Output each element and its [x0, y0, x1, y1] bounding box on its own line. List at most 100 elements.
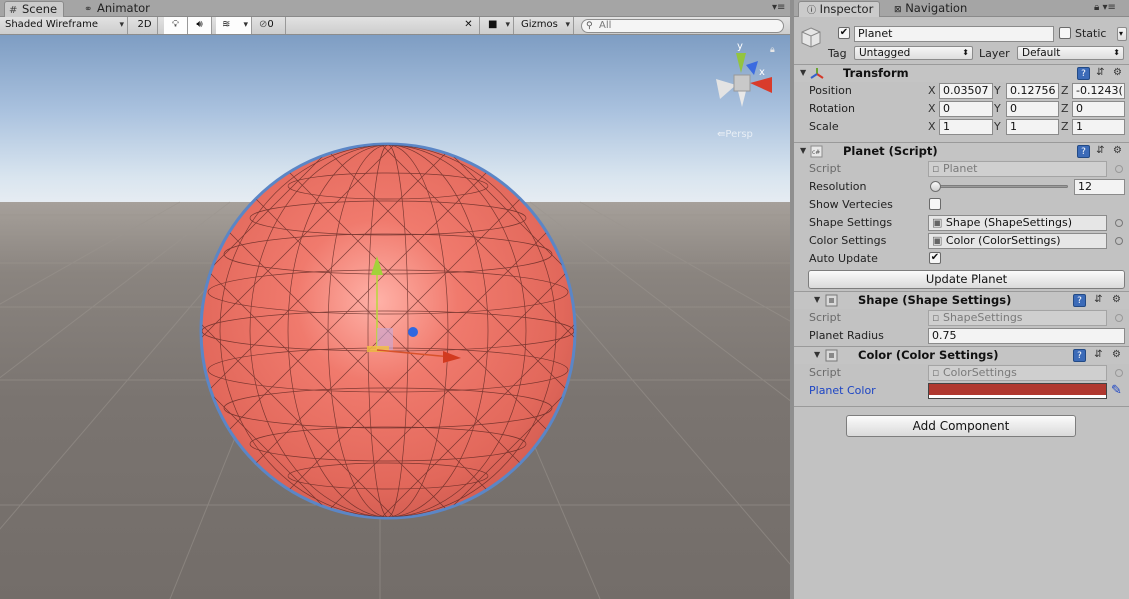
- gameobject-cube-icon: [800, 26, 822, 48]
- tab-navigation[interactable]: ⊠ Navigation: [886, 1, 973, 17]
- gizmo-neg-y-cone[interactable]: [738, 91, 746, 107]
- scene-tools-button[interactable]: ✕: [458, 17, 480, 34]
- layer-dropdown[interactable]: Default ⬍: [1017, 46, 1124, 60]
- scale-z-label[interactable]: Z: [1061, 120, 1069, 133]
- shading-mode-label: Shaded Wireframe: [5, 19, 98, 30]
- object-picker-icon[interactable]: [1115, 369, 1123, 377]
- rotation-y-field[interactable]: 0: [1006, 101, 1059, 117]
- scene-search-input[interactable]: ⚲ All: [581, 19, 784, 33]
- static-checkbox[interactable]: [1059, 27, 1071, 39]
- preset-icon[interactable]: ⇵: [1094, 145, 1107, 158]
- gameobject-name-field[interactable]: Planet: [854, 26, 1054, 42]
- position-z-field[interactable]: -0.1243(: [1072, 83, 1125, 99]
- preset-icon[interactable]: ⇵: [1092, 294, 1105, 307]
- svg-text:c#: c#: [812, 149, 820, 156]
- transform-header[interactable]: ▼ Transform ? ⇵ ⚙: [794, 64, 1129, 82]
- camera-dropdown[interactable]: ■: [484, 17, 514, 34]
- gear-icon[interactable]: ⚙: [1110, 349, 1123, 362]
- tag-label: Tag: [828, 47, 847, 60]
- scene-panel-menu-icon[interactable]: ▾≡: [772, 2, 785, 13]
- view-mode-label[interactable]: ⇚Persp: [717, 129, 753, 140]
- eyedropper-icon[interactable]: ✎: [1111, 383, 1122, 398]
- planet-script-header[interactable]: ▼ ☐ c# Planet (Script) ? ⇵ ⚙: [794, 142, 1129, 160]
- shape-settings-header[interactable]: ▼ Shape (Shape Settings) ? ⇵ ⚙: [794, 291, 1129, 309]
- chevron-down-icon: ▾: [1118, 29, 1123, 38]
- planet-color-field[interactable]: [928, 383, 1107, 399]
- tab-animator[interactable]: ⚭ Animator: [80, 1, 156, 17]
- persp-text: Persp: [725, 129, 753, 140]
- object-picker-icon[interactable]: [1115, 219, 1123, 227]
- gizmo-neg-x-cone[interactable]: [716, 79, 736, 99]
- preset-icon[interactable]: ⇵: [1092, 349, 1105, 362]
- gear-icon[interactable]: ⚙: [1110, 294, 1123, 307]
- position-y-label[interactable]: Y: [994, 84, 1001, 97]
- position-z-label[interactable]: Z: [1061, 84, 1069, 97]
- show-vertecies-checkbox[interactable]: [929, 198, 941, 210]
- object-picker-icon[interactable]: [1115, 314, 1123, 322]
- color-settings-field[interactable]: ▣ Color (ColorSettings): [928, 233, 1107, 249]
- tab-inspector[interactable]: ⓘ Inspector: [798, 1, 881, 17]
- planet-radius-value: 0.75: [932, 329, 957, 342]
- help-book-icon[interactable]: ?: [1077, 145, 1090, 158]
- gizmo-lock-icon[interactable]: 🔒︎: [770, 45, 775, 55]
- planet-sphere[interactable]: [199, 142, 577, 520]
- scale-y-label[interactable]: Y: [994, 120, 1001, 133]
- shape-settings-field[interactable]: ▣ Shape (ShapeSettings): [928, 215, 1107, 231]
- color-settings-header[interactable]: ▼ Color (Color Settings) ? ⇵ ⚙: [794, 346, 1129, 364]
- object-picker-icon[interactable]: [1115, 237, 1123, 245]
- rotation-x-label[interactable]: X: [928, 102, 936, 115]
- resolution-slider-thumb[interactable]: [930, 181, 941, 192]
- help-book-icon[interactable]: ?: [1073, 294, 1086, 307]
- shape-script-field[interactable]: ▫ ShapeSettings: [928, 310, 1107, 326]
- layer-value: Default: [1022, 47, 1061, 59]
- lighting-toggle-button[interactable]: 💡︎: [164, 17, 188, 34]
- tab-scene[interactable]: # Scene: [4, 1, 65, 17]
- color-settings-value: Color (ColorSettings): [945, 234, 1061, 247]
- gizmo-z-cone[interactable]: [746, 61, 758, 75]
- gizmo-y-cone[interactable]: [736, 53, 746, 73]
- rotation-z-value: 0: [1076, 102, 1083, 115]
- shading-mode-dropdown[interactable]: Shaded Wireframe: [0, 17, 128, 34]
- scale-x-label[interactable]: X: [928, 120, 936, 133]
- planet-color-label: Planet Color: [809, 384, 876, 397]
- planet-radius-field[interactable]: 0.75: [928, 328, 1125, 344]
- static-dropdown[interactable]: ▾: [1117, 27, 1127, 41]
- rotation-x-field[interactable]: 0: [939, 101, 993, 117]
- add-component-button[interactable]: Add Component: [846, 415, 1076, 437]
- rotation-x-value: 0: [943, 102, 950, 115]
- help-book-icon[interactable]: ?: [1077, 67, 1090, 80]
- gear-icon[interactable]: ⚙: [1111, 145, 1124, 158]
- update-planet-button[interactable]: Update Planet: [808, 270, 1125, 289]
- help-book-icon[interactable]: ?: [1073, 349, 1086, 362]
- gameobject-active-checkbox[interactable]: ✔: [838, 27, 850, 39]
- object-picker-icon[interactable]: [1115, 165, 1123, 173]
- toggle-2d-button[interactable]: 2D: [132, 17, 158, 34]
- script-file-icon: ▫: [932, 366, 940, 379]
- rotation-z-label[interactable]: Z: [1061, 102, 1069, 115]
- transform-title: Transform: [843, 66, 909, 80]
- rotation-y-label[interactable]: Y: [994, 102, 1001, 115]
- position-x-label[interactable]: X: [928, 84, 936, 97]
- scene-viewport[interactable]: y x 🔒︎ ⇚Persp: [0, 35, 790, 599]
- inspector-lock-icon[interactable]: 🔒︎ ▾≡: [1094, 2, 1116, 13]
- scale-z-field[interactable]: 1: [1072, 119, 1125, 135]
- gizmo-center-cube[interactable]: [733, 74, 751, 92]
- auto-update-checkbox[interactable]: ✔: [929, 252, 941, 264]
- color-script-field[interactable]: ▫ ColorSettings: [928, 365, 1107, 381]
- gizmos-dropdown[interactable]: Gizmos: [516, 17, 574, 34]
- preset-icon[interactable]: ⇵: [1094, 67, 1107, 80]
- gear-icon[interactable]: ⚙: [1111, 67, 1124, 80]
- position-x-field[interactable]: 0.03507: [939, 83, 993, 99]
- planet-script-field[interactable]: ▫ Planet: [928, 161, 1107, 177]
- audio-toggle-button[interactable]: 🔊︎: [188, 17, 212, 34]
- rotation-z-field[interactable]: 0: [1072, 101, 1125, 117]
- scale-y-field[interactable]: 1: [1006, 119, 1059, 135]
- gizmo-x-cone[interactable]: [750, 77, 772, 93]
- resolution-slider-track[interactable]: [932, 185, 1068, 188]
- position-y-field[interactable]: 0.12756: [1006, 83, 1059, 99]
- scale-x-field[interactable]: 1: [939, 119, 993, 135]
- hidden-objects-button[interactable]: ⊘0: [256, 17, 286, 34]
- resolution-field[interactable]: 12: [1074, 179, 1125, 195]
- tag-dropdown[interactable]: Untagged ⬍: [854, 46, 973, 60]
- effects-dropdown[interactable]: ≋: [216, 17, 252, 34]
